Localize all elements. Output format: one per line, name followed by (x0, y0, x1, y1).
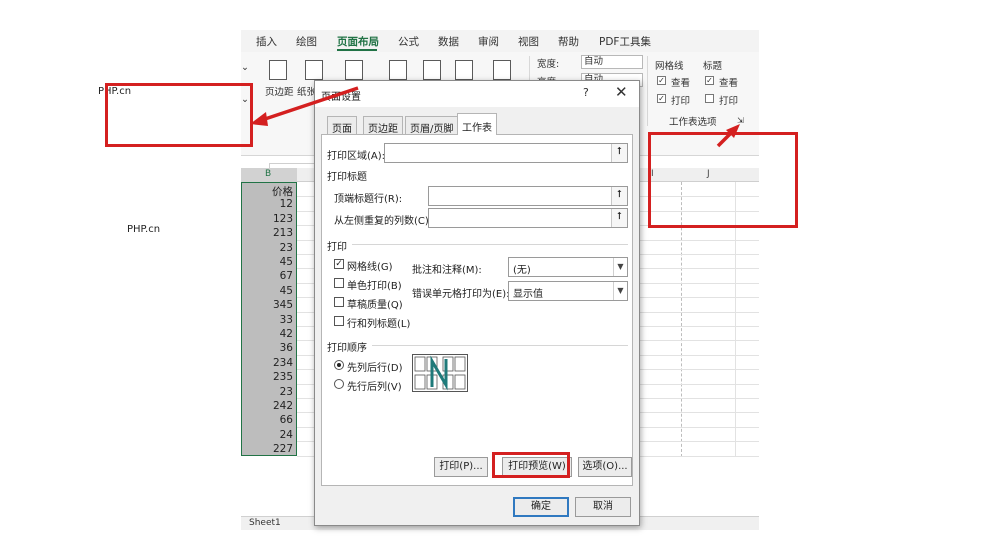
arrow-head-icon (250, 112, 268, 126)
annotation-arrows (250, 86, 740, 148)
annotation-arrow (716, 130, 734, 148)
tab-sheet[interactable]: 工作表 (457, 113, 497, 135)
annotation-arrow (261, 86, 359, 122)
screenshot-stage: PHP.cn PHP.cn 插入 绘图 页面布局 公式 数据 审阅 视图 帮助 … (0, 0, 1000, 560)
